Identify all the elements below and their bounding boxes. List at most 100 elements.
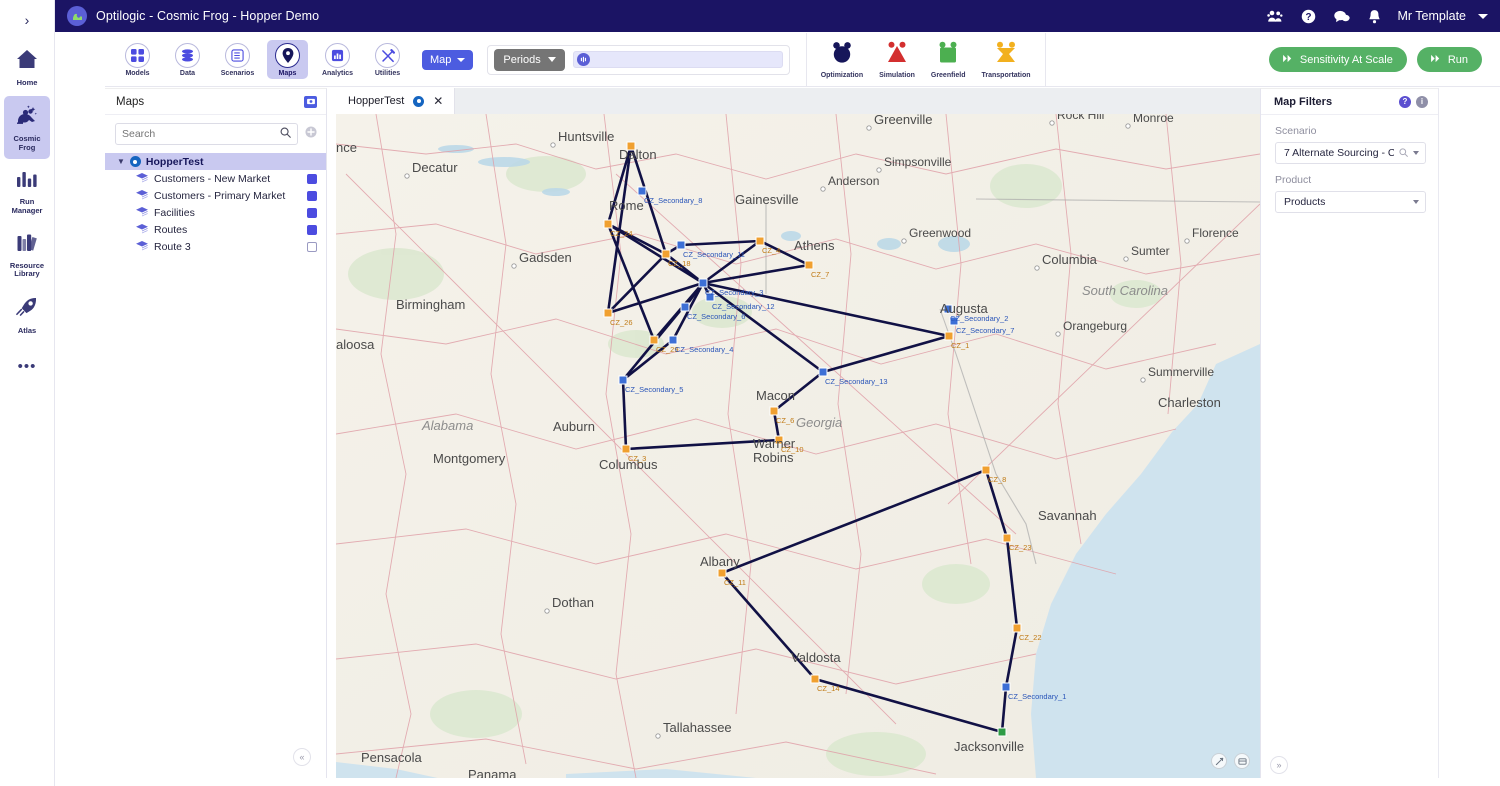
layer-checkbox[interactable] — [307, 174, 317, 184]
city-label: Sumter — [1131, 244, 1170, 258]
run-button[interactable]: Run — [1417, 47, 1482, 72]
map-viewport[interactable]: HuntsvilleDecaturGadsdenBirminghamRomeDa… — [336, 114, 1260, 778]
layer-label: Route 3 — [154, 241, 307, 253]
rail-expand-button[interactable]: › — [0, 0, 55, 40]
rail-item-run-manager[interactable]: Run Manager — [4, 161, 50, 222]
rail-item-resource-library[interactable]: Resource Library — [4, 224, 50, 286]
city-label: Decatur — [412, 160, 458, 175]
map-pin-icon — [130, 156, 141, 167]
tool-utilities[interactable]: Utilities — [367, 40, 408, 79]
layer-routes[interactable]: Routes — [105, 221, 326, 238]
engine-label: Optimization — [821, 72, 863, 79]
map-node-JAX[interactable] — [998, 728, 1006, 736]
map-dropdown[interactable]: Map — [422, 50, 473, 70]
search-box[interactable] — [115, 123, 298, 145]
collapse-right-panel-button[interactable]: » — [1270, 756, 1288, 774]
tool-maps[interactable]: Maps — [267, 40, 308, 79]
map-node-CZ_26[interactable] — [604, 309, 612, 317]
books-icon — [15, 232, 39, 258]
map-node-CZ_23[interactable] — [1003, 534, 1011, 542]
rail-item-atlas[interactable]: Atlas — [4, 288, 50, 342]
periods-button[interactable]: Periods — [494, 49, 564, 71]
rail-item-home[interactable]: Home — [4, 40, 50, 94]
search-icon[interactable] — [280, 125, 291, 143]
search-input[interactable] — [122, 128, 280, 140]
slider-handle-icon[interactable] — [577, 53, 590, 66]
chevron-down-icon[interactable] — [1478, 14, 1488, 19]
engine-optimization[interactable]: Optimization — [821, 41, 863, 79]
frog-icon — [14, 104, 40, 131]
sensitivity-at-scale-button[interactable]: Sensitivity At Scale — [1269, 47, 1407, 72]
engine-simulation[interactable]: Simulation — [879, 41, 915, 79]
bell-icon[interactable] — [1368, 9, 1381, 24]
chat-icon[interactable] — [1334, 10, 1350, 23]
left-nav-rail: › Home Cos — [0, 0, 55, 786]
tree-root-hoppertest[interactable]: ▼ HopperTest — [105, 153, 326, 170]
map-node-CZ_14[interactable] — [811, 675, 819, 683]
add-circle-icon[interactable] — [305, 125, 317, 143]
close-icon[interactable]: ✕ — [433, 95, 443, 107]
map-node-CZ_Secondary_13[interactable] — [819, 368, 827, 376]
rail-more-button[interactable]: ••• — [18, 358, 37, 375]
rail-item-cosmic-frog[interactable]: Cosmic Frog — [4, 96, 50, 159]
product-select[interactable]: Products — [1275, 191, 1426, 213]
map-node-CZ_4[interactable] — [756, 237, 764, 245]
tool-models[interactable]: Models — [117, 40, 158, 79]
map-node-CZ_Secondary_1[interactable] — [1002, 683, 1010, 691]
city-label: Birmingham — [396, 297, 465, 312]
layer-checkbox[interactable] — [307, 225, 317, 235]
map-node-CZ_6[interactable] — [770, 407, 778, 415]
measure-icon[interactable] — [1211, 753, 1227, 769]
scenario-select[interactable]: 7 Alternate Sourcing - Co... — [1275, 142, 1426, 164]
map-node-CZ_Secondary_5[interactable] — [619, 376, 627, 384]
layer-checkbox[interactable] — [307, 242, 317, 252]
engine-greenfield[interactable]: Greenfield — [931, 41, 966, 79]
info-circle-icon[interactable]: i — [1416, 96, 1428, 108]
collapse-left-panel-button[interactable]: « — [293, 748, 311, 766]
help-circle-icon[interactable]: ? — [1399, 96, 1411, 108]
map-node-CZ_8[interactable] — [982, 466, 990, 474]
layers-icon[interactable] — [1234, 753, 1250, 769]
map-node-CZ_18[interactable] — [662, 250, 670, 258]
map-node-CZ_11[interactable] — [718, 569, 726, 577]
city-label: Greenville — [874, 114, 933, 127]
map-node-CZ_Secondary_8[interactable] — [638, 187, 646, 195]
layer-route-3[interactable]: Route 3 — [105, 238, 326, 255]
search-icon[interactable] — [1399, 144, 1408, 162]
map-node-CZ_Secondary_11[interactable] — [677, 241, 685, 249]
people-icon[interactable] — [1267, 9, 1283, 23]
tool-analytics[interactable]: Analytics — [317, 40, 358, 79]
chevron-down-icon[interactable] — [1413, 151, 1419, 155]
chevron-down-icon[interactable] — [1413, 200, 1419, 204]
periods-slider[interactable] — [573, 51, 783, 68]
map-node-CZ_22[interactable] — [1013, 624, 1021, 632]
tab-hoppertest[interactable]: HopperTest ✕ — [336, 88, 455, 114]
map-node-CZ_24[interactable] — [604, 220, 612, 228]
map-node-label: CZ_1 — [951, 341, 969, 350]
tool-label: Data — [180, 70, 195, 77]
tool-data[interactable]: Data — [167, 40, 208, 79]
help-icon[interactable]: ? — [1301, 9, 1316, 24]
map-node-CZ_Secondary_4[interactable] — [669, 336, 677, 344]
map-node-CZ_1[interactable] — [945, 332, 953, 340]
map-canvas[interactable]: HuntsvilleDecaturGadsdenBirminghamRomeDa… — [336, 114, 1260, 778]
layer-customers-primary-market[interactable]: Customers - Primary Market — [105, 187, 326, 204]
map-node-CZ_3[interactable] — [622, 445, 630, 453]
map-node-CZ_7[interactable] — [805, 261, 813, 269]
chevron-down-icon[interactable]: ▼ — [117, 157, 125, 166]
map-node-CZ_29[interactable] — [650, 336, 658, 344]
layers-icon — [136, 241, 148, 252]
new-map-icon[interactable] — [304, 96, 317, 108]
layer-checkbox[interactable] — [307, 208, 317, 218]
play-icon — [1283, 54, 1294, 66]
engine-transportation[interactable]: Transportation — [982, 41, 1031, 79]
tool-scenarios[interactable]: Scenarios — [217, 40, 258, 79]
map-node-CZ_Secondary_6[interactable] — [681, 303, 689, 311]
user-name[interactable]: Mr Template — [1397, 9, 1466, 23]
layers-icon — [136, 190, 148, 201]
layer-customers-new-market[interactable]: Customers - New Market — [105, 170, 326, 187]
map-node-CZ_Secondary_3[interactable] — [699, 279, 707, 287]
layer-facilities[interactable]: Facilities — [105, 204, 326, 221]
map-node-label: CZ_14 — [817, 684, 840, 693]
layer-checkbox[interactable] — [307, 191, 317, 201]
